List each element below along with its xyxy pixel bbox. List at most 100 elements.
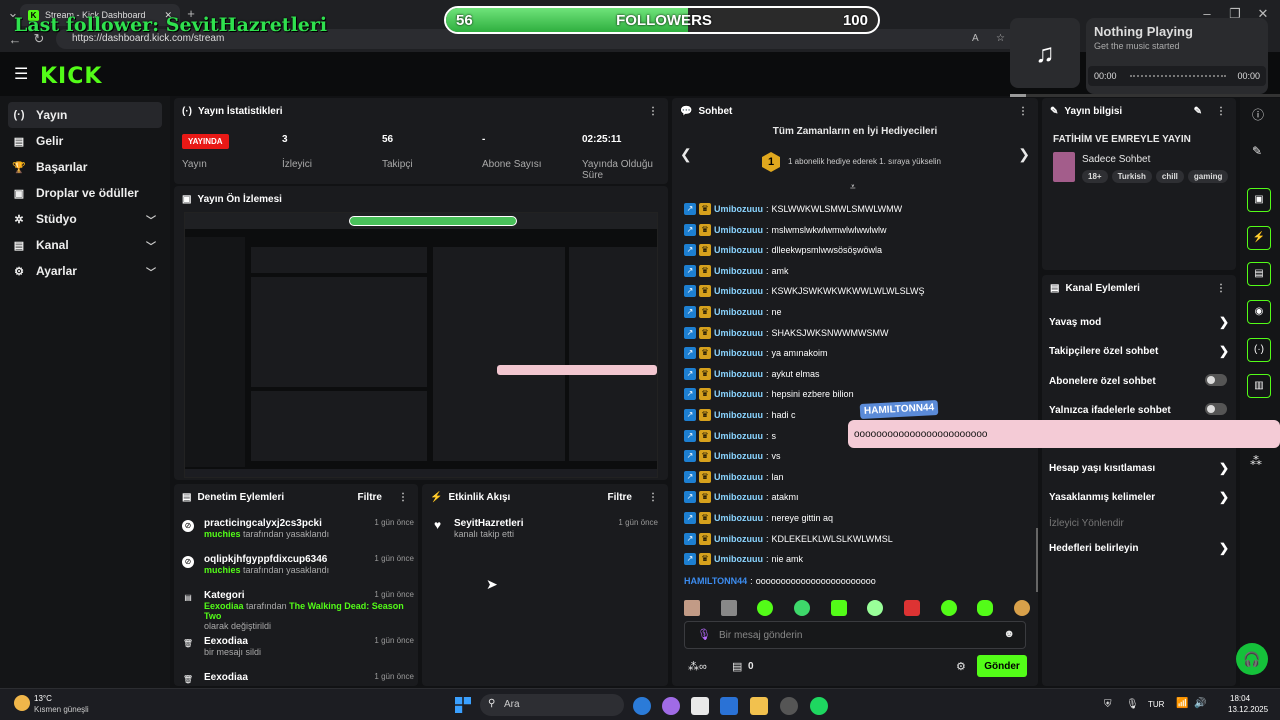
emote-icon[interactable]	[940, 600, 957, 616]
more-options-icon[interactable]: ⋮	[648, 492, 658, 503]
microphone-icon[interactable]: 🎙	[697, 628, 711, 641]
more-options-icon[interactable]: ⋮	[648, 106, 658, 117]
slow-mode-row[interactable]: Yavaş mod ❯	[1049, 315, 1229, 329]
sidebar-item-studio[interactable]: ✲ Stüdyo ﹀	[8, 206, 162, 232]
activity-filter-button[interactable]: Filtre	[608, 492, 632, 503]
stream-category[interactable]: Sadece Sohbet	[1082, 154, 1150, 165]
more-options-icon[interactable]: ⋮	[1216, 283, 1226, 294]
chat-input[interactable]: 🎙 Bir mesaj gönderin ☻	[684, 621, 1026, 649]
more-options-icon[interactable]: ⋮	[398, 492, 408, 503]
edit-icon[interactable]: ✎	[1194, 106, 1202, 117]
read-aloud-icon[interactable]: A	[972, 29, 979, 49]
chat-username[interactable]: Umibozuuu	[714, 513, 763, 523]
mod-actor[interactable]: muchies	[204, 529, 241, 539]
hamburger-menu-icon[interactable]: ☰	[14, 64, 28, 84]
spotify-icon[interactable]	[810, 697, 828, 715]
emoji-icon[interactable]: ☻	[1003, 628, 1015, 640]
sidebar-item-achievements[interactable]: 🏆 Başarılar	[8, 154, 162, 180]
set-goals-row[interactable]: Hedefleri belirleyin ❯	[1049, 541, 1229, 555]
emote-icon[interactable]	[720, 600, 737, 616]
chat-username[interactable]: Umibozuuu	[714, 389, 763, 399]
sidebar-item-channel[interactable]: ▤ Kanal ﹀	[8, 232, 162, 258]
sidebar-item-settings[interactable]: ⚙ Ayarlar ﹀	[8, 258, 162, 284]
microphone-icon[interactable]: 🎙	[1126, 699, 1139, 710]
outlook-icon[interactable]	[720, 697, 738, 715]
points-icon[interactable]: ⁂	[1250, 454, 1262, 468]
sidebar-item-stream[interactable]: (·) Yayın	[8, 102, 162, 128]
support-headset-icon[interactable]: 🎧	[1236, 643, 1268, 675]
emote-icon[interactable]	[1013, 600, 1030, 616]
emote-icon[interactable]	[684, 600, 700, 616]
moderation-filter-button[interactable]: Filtre	[358, 492, 382, 503]
category-thumbnail[interactable]	[1053, 152, 1075, 182]
language-indicator[interactable]: TUR	[1148, 700, 1164, 709]
weather-text[interactable]: Kısmen güneşli	[34, 705, 89, 714]
banned-words-row[interactable]: Yasaklanmış kelimeler ❯	[1049, 490, 1229, 504]
mod-actor[interactable]: muchies	[204, 565, 241, 575]
favorite-star-icon[interactable]: ☆	[996, 29, 1005, 49]
chat-username[interactable]: Umibozuuu	[714, 410, 763, 420]
emote-icon[interactable]	[903, 600, 920, 616]
emotes-only-toggle[interactable]	[1205, 403, 1227, 415]
chat-username[interactable]: Umibozuuu	[714, 204, 763, 214]
sidebar-item-revenue[interactable]: ▤ Gelir	[8, 128, 162, 154]
chat-username[interactable]: Umibozuuu	[714, 554, 763, 564]
gift-icon[interactable]: ▤	[732, 660, 742, 673]
stream-preview-video[interactable]	[184, 212, 658, 478]
chevron-left-icon[interactable]: ❮	[680, 146, 692, 163]
chat-username[interactable]: Umibozuuu	[714, 534, 763, 544]
info-icon[interactable]: ⓘ	[1252, 106, 1264, 123]
chat-username[interactable]: Umibozuuu	[714, 225, 763, 235]
obs-icon[interactable]	[780, 697, 798, 715]
clock-time[interactable]: 18:04	[1230, 694, 1250, 703]
tag[interactable]: gaming	[1187, 170, 1229, 183]
clock-date[interactable]: 13.12.2025	[1228, 705, 1268, 714]
security-icon[interactable]: ⛨	[1104, 699, 1112, 710]
volume-icon[interactable]: 🔊	[1194, 698, 1206, 709]
emote-icon[interactable]	[977, 600, 994, 616]
kick-logo[interactable]: KICK	[40, 64, 102, 89]
file-explorer-icon[interactable]	[750, 697, 768, 715]
sidebar-item-drops[interactable]: ▣ Droplar ve ödüller	[8, 180, 162, 206]
chat-username[interactable]: Umibozuuu	[714, 286, 763, 296]
subs-only-toggle[interactable]	[1205, 374, 1227, 386]
chat-username[interactable]: HAMILTONN44	[684, 576, 747, 586]
weather-temp[interactable]: 13°C	[34, 694, 52, 703]
tag[interactable]: chill	[1155, 170, 1184, 183]
taskbar-search[interactable]: ⚲ Ara	[480, 694, 624, 716]
tag[interactable]: Turkish	[1111, 170, 1152, 183]
copilot-icon[interactable]	[662, 697, 680, 715]
broadcast-icon[interactable]: (·)	[1247, 338, 1271, 362]
followers-only-row[interactable]: Takipçilere özel sohbet ❯	[1049, 344, 1229, 358]
emote-icon[interactable]	[757, 600, 774, 616]
gear-icon[interactable]: ⚙	[956, 660, 966, 673]
chat-username[interactable]: Umibozuuu	[714, 348, 763, 358]
chat-username[interactable]: Umibozuuu	[714, 451, 763, 461]
chat-scrollbar[interactable]	[1036, 528, 1038, 592]
chat-username[interactable]: Umibozuuu	[714, 369, 763, 379]
tag[interactable]: 18+	[1082, 170, 1108, 183]
collapse-icon[interactable]: ⩡	[850, 182, 856, 193]
send-button[interactable]: Gönder	[977, 655, 1027, 677]
wifi-icon[interactable]: 📶	[1176, 698, 1188, 709]
more-options-icon[interactable]: ⋮	[1018, 106, 1028, 117]
emote-icon[interactable]	[830, 600, 847, 616]
chat-username[interactable]: Umibozuuu	[714, 472, 763, 482]
windows-start-icon[interactable]	[455, 697, 471, 713]
pencil-icon[interactable]: ✎	[1252, 144, 1262, 158]
chat-username[interactable]: Umibozuuu	[714, 328, 763, 338]
moderation-icon[interactable]: ▣	[1247, 188, 1271, 212]
mod-actor[interactable]: Eexodiaa	[204, 601, 244, 611]
chat-bubble-icon[interactable]: ◉	[1247, 300, 1271, 324]
store-icon[interactable]	[691, 697, 709, 715]
chat-username[interactable]: Umibozuuu	[714, 492, 763, 502]
lightning-icon[interactable]: ⚡	[1247, 226, 1271, 250]
layout-icon[interactable]: ▥	[1247, 374, 1271, 398]
chat-username[interactable]: Umibozuuu	[714, 266, 763, 276]
document-icon[interactable]: ▤	[1247, 262, 1271, 286]
chat-username[interactable]: Umibozuuu	[714, 431, 763, 441]
more-options-icon[interactable]: ⋮	[1216, 106, 1226, 117]
chevron-right-icon[interactable]: ❯	[1018, 146, 1030, 163]
points-icon[interactable]: ⁂∞	[688, 660, 707, 673]
emote-icon[interactable]	[793, 600, 810, 616]
